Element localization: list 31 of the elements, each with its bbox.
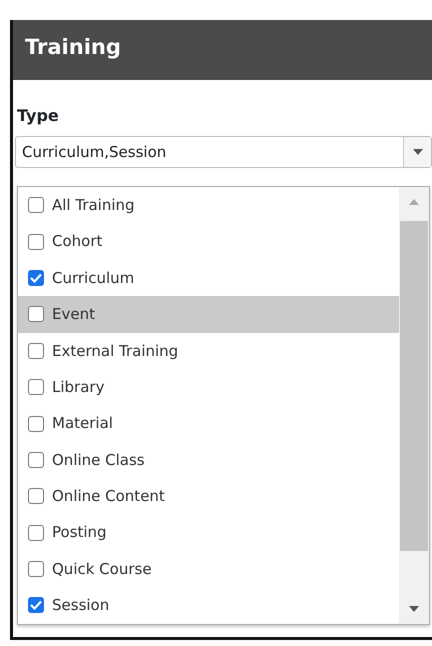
checkbox[interactable] [28,306,44,322]
checkbox[interactable] [28,597,44,614]
checkbox[interactable] [28,270,44,286]
checkbox[interactable] [28,452,44,468]
checkbox[interactable] [28,197,44,214]
checkbox[interactable] [28,342,44,359]
field-label: Type [17,105,59,127]
dropdown-option[interactable]: Posting [18,514,399,551]
dropdown-option[interactable]: Library [18,368,399,406]
dropdown-option[interactable]: Event [18,296,399,333]
dropdown-option[interactable]: Material [18,405,399,442]
panel-header: Training [13,20,432,80]
dropdown-option[interactable]: Online Class [18,442,399,478]
checkbox[interactable] [28,561,44,578]
scroll-down-icon[interactable] [409,606,419,612]
checkbox[interactable] [28,524,44,541]
checkbox[interactable] [28,234,44,250]
dropdown-option[interactable]: External Training [18,332,399,369]
checkbox[interactable] [28,416,44,432]
scroll-thumb[interactable] [400,221,428,551]
dropdown-option[interactable]: Session [18,587,399,624]
dropdown-option[interactable]: Quick Course [18,550,399,588]
checkbox[interactable] [28,379,44,396]
dropdown-option[interactable]: Online Content [18,478,399,515]
scrollbar[interactable] [399,187,429,624]
dropdown-option[interactable]: Cohort [18,223,399,260]
dropdown-option[interactable]: All Training [18,187,399,224]
caret-icon[interactable] [412,149,422,155]
dropdown-option[interactable]: Curriculum [18,260,399,296]
select-field[interactable]: Curriculum,Session [15,136,432,168]
checkbox[interactable] [28,488,44,504]
